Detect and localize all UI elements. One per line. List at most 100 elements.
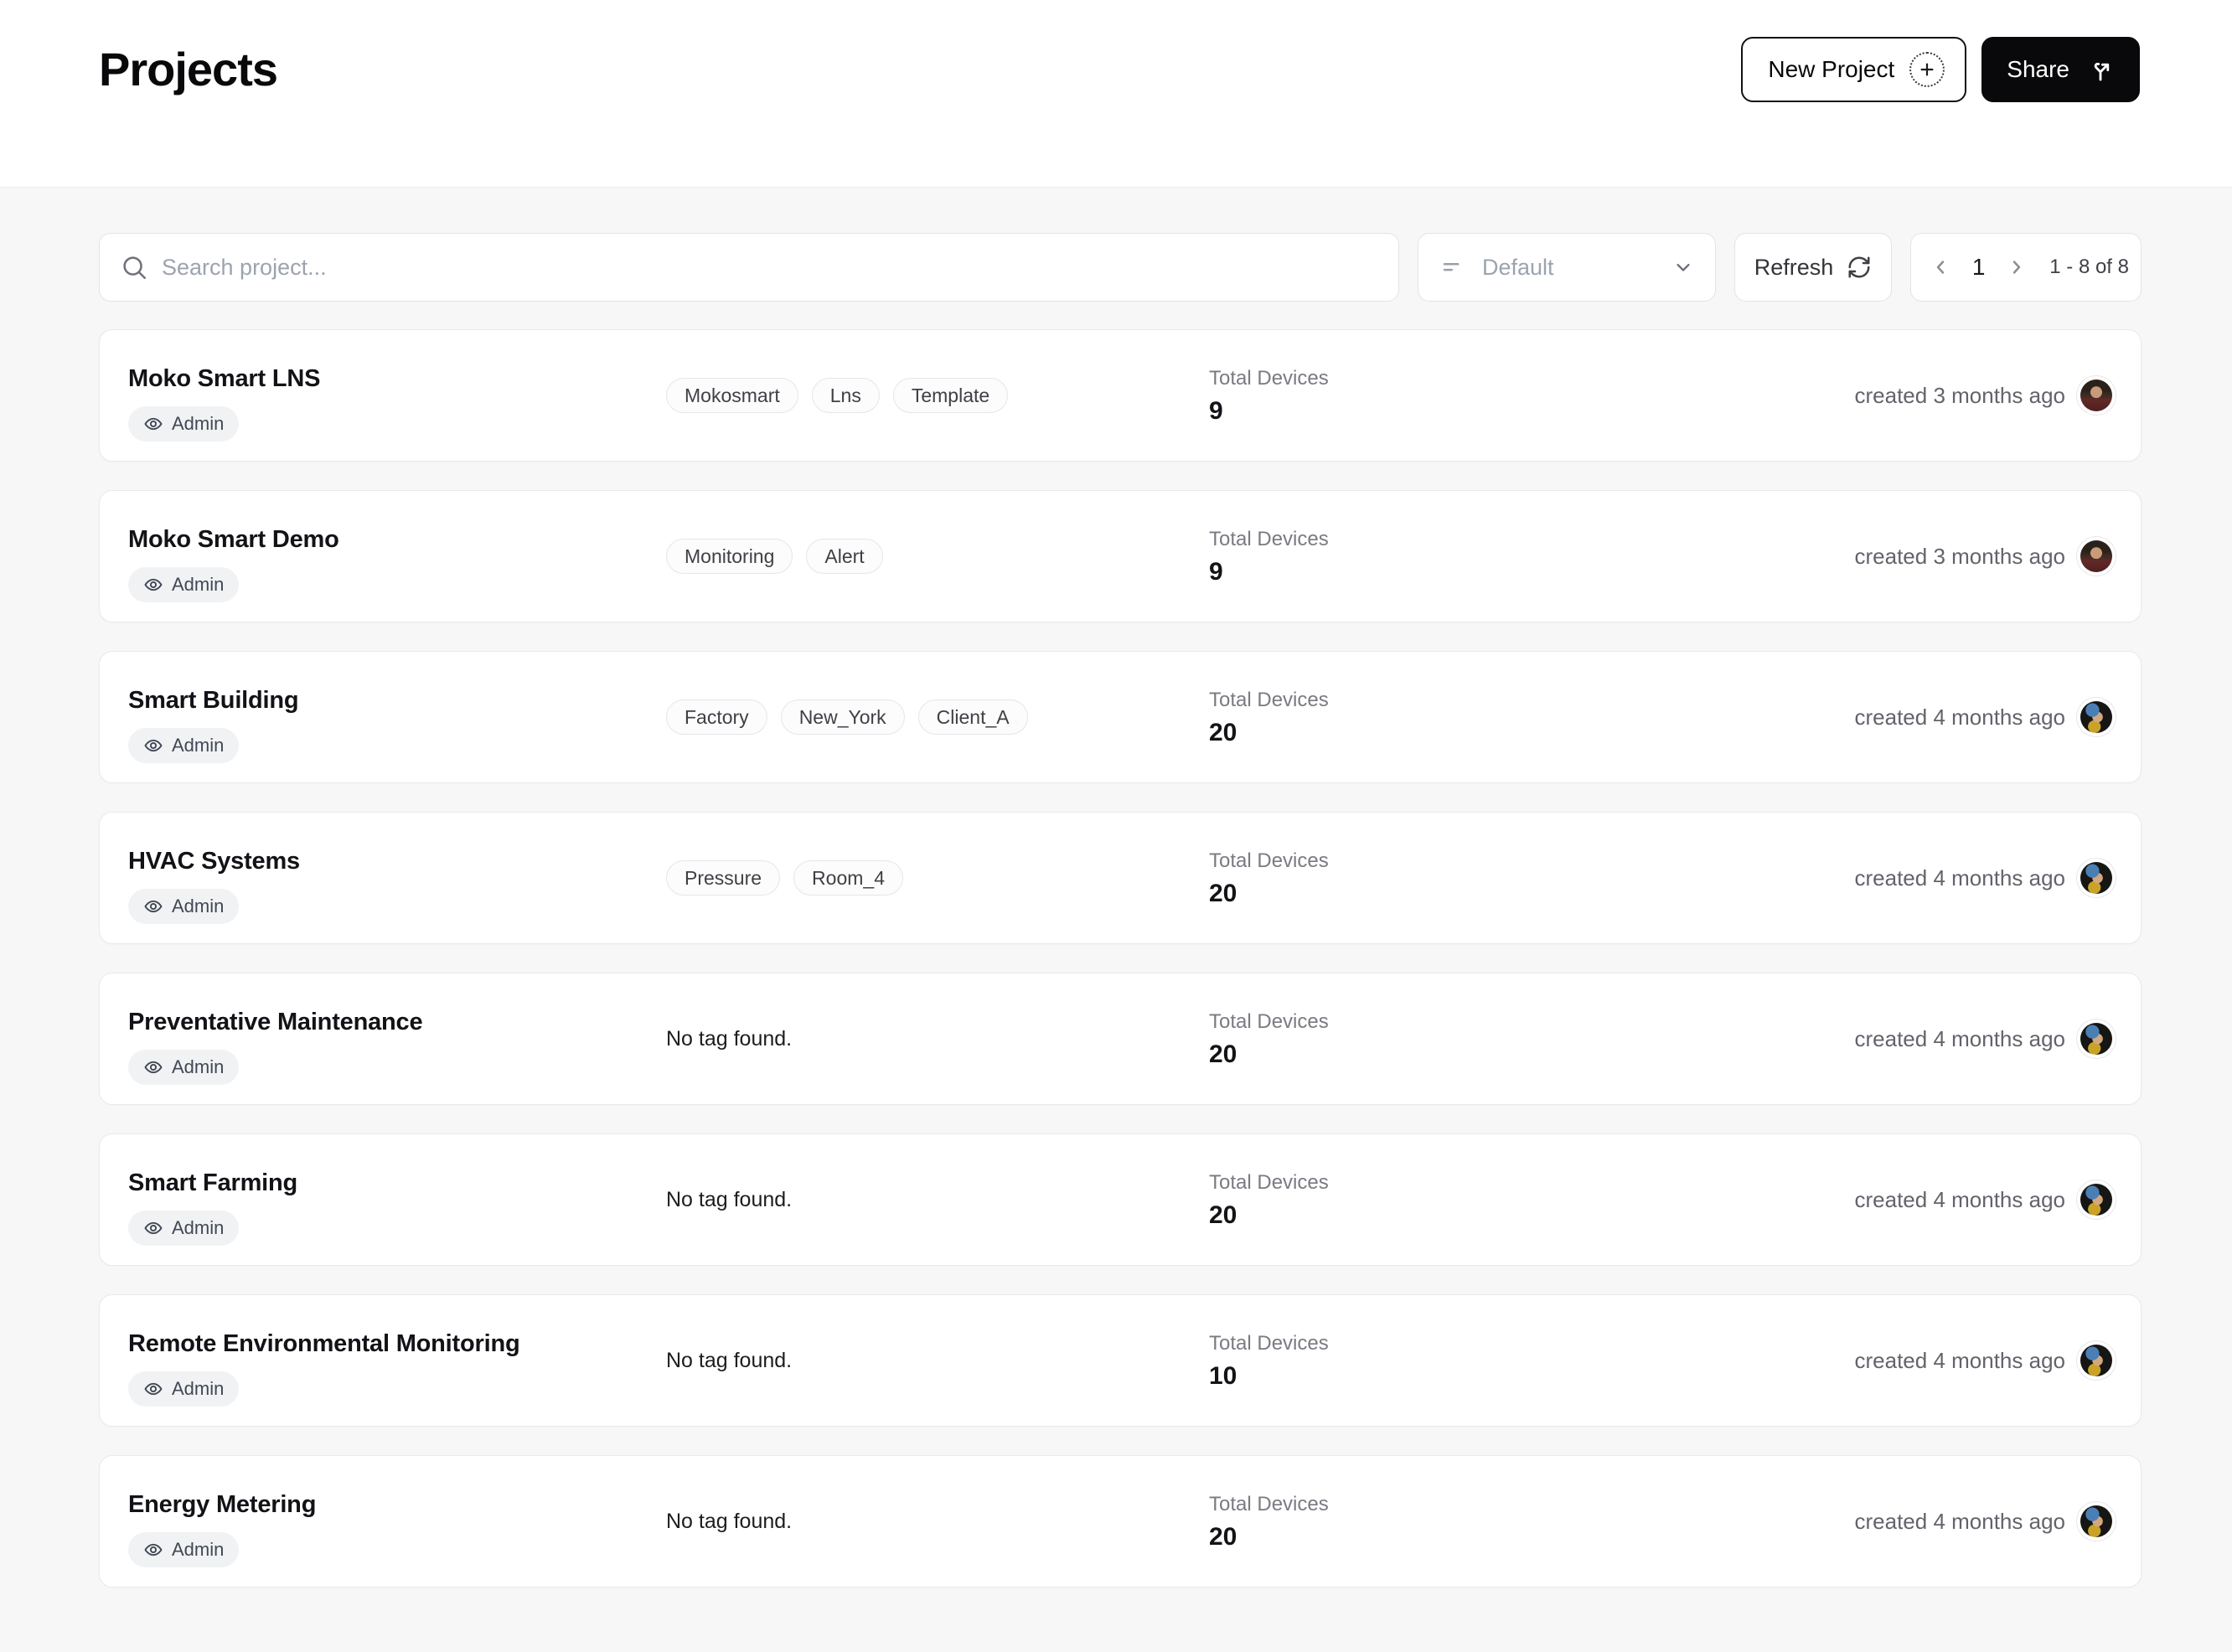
search-icon: [120, 253, 148, 281]
project-info: Smart Building Admin: [128, 652, 666, 782]
tag-pill: Monitoring: [666, 539, 793, 574]
tag-list: No tag found.: [666, 1027, 1209, 1051]
meta-info: created 4 months ago: [1854, 1023, 2112, 1055]
avatar: [2080, 862, 2112, 894]
avatar: [2080, 1345, 2112, 1376]
project-info: Energy Metering Admin: [128, 1456, 666, 1587]
role-label: Admin: [172, 896, 225, 916]
project-name: Smart Building: [128, 687, 299, 714]
meta-info: created 4 months ago: [1855, 1184, 2112, 1216]
tag-pill: Mokosmart: [666, 378, 798, 413]
total-devices-label: Total Devices: [1209, 849, 1329, 872]
devices-info: Total Devices 10: [1209, 1295, 1855, 1426]
project-card[interactable]: Moko Smart LNS Admin Mokosmart Lns Templat…: [99, 329, 2142, 462]
search-input[interactable]: [162, 254, 1378, 281]
total-devices-value: 20: [1209, 1040, 1237, 1068]
eye-icon: [143, 1218, 163, 1238]
no-tag-text: No tag found.: [666, 1026, 793, 1051]
sort-lines-icon: [1440, 255, 1465, 280]
avatar: [2080, 379, 2112, 411]
no-tag-text: No tag found.: [666, 1187, 793, 1211]
total-devices-label: Total Devices: [1209, 1332, 1329, 1355]
created-text: created 4 months ago: [1854, 1025, 2066, 1051]
avatar: [2080, 1184, 2112, 1216]
created-text: created 3 months ago: [1854, 543, 2066, 569]
header-actions: New Project Share: [1741, 37, 2140, 102]
pagination: 1 1 - 8 of 8: [1910, 233, 2142, 302]
tag-pill: New_York: [780, 700, 905, 735]
prev-page-button[interactable]: [1923, 249, 1959, 286]
eye-icon: [143, 414, 163, 434]
project-list: Moko Smart LNS Admin Mokosmart Lns Templat…: [99, 329, 2142, 1587]
tag-list: Factory New_York Client_A: [666, 700, 1209, 735]
total-devices-value: 9: [1209, 558, 1223, 586]
role-label: Admin: [172, 1539, 225, 1560]
meta-info: created 4 months ago: [1855, 701, 2112, 733]
avatar: [2080, 701, 2112, 733]
project-info: Moko Smart LNS Admin: [128, 330, 666, 461]
project-card[interactable]: Smart Building Admin Factory New_York Clie…: [99, 651, 2142, 783]
devices-info: Total Devices 9: [1209, 491, 1855, 622]
project-card[interactable]: Preventative Maintenance Admin No tag fo…: [99, 973, 2142, 1105]
tag-list: No tag found.: [666, 1188, 1209, 1212]
sort-dropdown[interactable]: Default: [1418, 233, 1716, 302]
project-card[interactable]: Remote Environmental Monitoring Admin No…: [99, 1294, 2142, 1427]
role-badge: Admin: [128, 889, 240, 924]
page-header: Projects New Project Share: [0, 0, 2232, 188]
created-text: created 4 months ago: [1854, 1508, 2066, 1534]
role-badge: Admin: [128, 567, 240, 602]
search-box: [99, 233, 1399, 302]
devices-info: Total Devices 20: [1209, 973, 1855, 1104]
project-info: Moko Smart Demo Admin: [128, 491, 666, 622]
tag-pill: Client_A: [917, 700, 1028, 735]
total-devices-label: Total Devices: [1209, 1171, 1329, 1194]
project-card[interactable]: Smart Farming Admin No tag found. Total …: [99, 1133, 2142, 1266]
created-text: created 4 months ago: [1854, 865, 2066, 891]
project-name: Smart Farming: [128, 1169, 298, 1196]
role-badge: Admin: [128, 406, 240, 441]
project-name: Moko Smart LNS: [128, 365, 321, 392]
role-badge: Admin: [128, 728, 240, 763]
meta-info: created 3 months ago: [1855, 379, 2112, 411]
share-label: Share: [2007, 56, 2069, 82]
role-label: Admin: [172, 574, 225, 595]
eye-icon: [143, 736, 163, 756]
total-devices-value: 9: [1209, 397, 1223, 425]
refresh-icon: [1847, 255, 1872, 280]
project-info: Smart Farming Admin: [128, 1134, 666, 1265]
devices-info: Total Devices 20: [1209, 1456, 1855, 1587]
page-title: Projects: [99, 43, 278, 96]
created-text: created 4 months ago: [1854, 1347, 2066, 1373]
project-name: Energy Metering: [128, 1491, 317, 1518]
share-button[interactable]: Share: [1981, 37, 2140, 102]
project-name: Moko Smart Demo: [128, 526, 339, 553]
sort-value: Default: [1482, 254, 1554, 280]
project-card[interactable]: HVAC Systems Admin Pressure Room_4 Total …: [99, 812, 2142, 944]
refresh-label: Refresh: [1754, 254, 1834, 280]
chevron-down-icon: [1671, 256, 1695, 279]
tag-list: No tag found.: [666, 1510, 1209, 1534]
project-info: Remote Environmental Monitoring Admin: [128, 1295, 666, 1426]
refresh-button[interactable]: Refresh: [1734, 233, 1892, 302]
role-label: Admin: [172, 1217, 225, 1238]
next-page-button[interactable]: [1998, 249, 2034, 286]
project-info: Preventative Maintenance Admin: [128, 973, 666, 1104]
eye-icon: [143, 1379, 163, 1399]
eye-icon: [143, 1057, 163, 1077]
total-devices-value: 10: [1209, 1362, 1237, 1390]
eye-icon: [143, 575, 163, 595]
project-name: Remote Environmental Monitoring: [128, 1330, 520, 1357]
avatar: [2080, 1505, 2112, 1537]
tag-pill: Pressure: [666, 860, 781, 896]
role-badge: Admin: [128, 1532, 240, 1567]
total-devices-label: Total Devices: [1209, 528, 1329, 550]
avatar: [2080, 1023, 2112, 1055]
page-range: 1 - 8 of 8: [2049, 256, 2129, 278]
meta-info: created 4 months ago: [1854, 1505, 2112, 1537]
role-label: Admin: [172, 1378, 225, 1399]
new-project-button[interactable]: New Project: [1741, 37, 1967, 102]
project-card[interactable]: Energy Metering Admin No tag found. Tota…: [99, 1455, 2142, 1587]
total-devices-label: Total Devices: [1209, 689, 1329, 711]
project-card[interactable]: Moko Smart Demo Admin Monitoring Alert To…: [99, 490, 2142, 622]
meta-info: created 3 months ago: [1854, 540, 2112, 572]
